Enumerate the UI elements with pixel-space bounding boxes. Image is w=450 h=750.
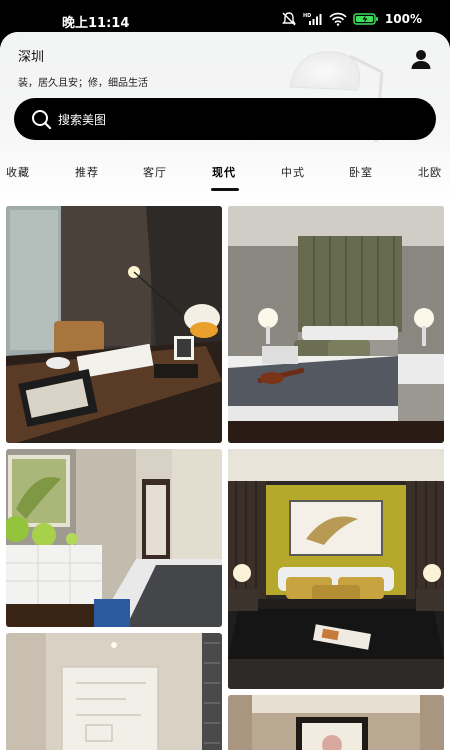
tab-chinese[interactable]: 中式 bbox=[281, 164, 305, 180]
search-placeholder: 搜索美图 bbox=[58, 112, 107, 127]
slogan: 装，居久且安；修，细品生活 bbox=[18, 78, 148, 89]
category-tabs: 收藏 推荐 客厅 现代 中式 卧室 北欧 bbox=[0, 164, 450, 194]
svg-text:HD: HD bbox=[303, 13, 311, 19]
study-room-photo[interactable] bbox=[6, 206, 222, 443]
wifi-icon bbox=[329, 12, 347, 26]
city-label[interactable]: 深圳 bbox=[18, 46, 44, 65]
tab-nordic[interactable]: 北欧 bbox=[418, 164, 442, 180]
header: 深圳 装，居久且安；修，细品生活 搜索美图 收藏 推荐 客厅 现代 中式 卧室 … bbox=[0, 32, 450, 202]
tab-recommended[interactable]: 推荐 bbox=[75, 164, 99, 180]
search-icon bbox=[32, 110, 52, 130]
search-bar[interactable]: 搜索美图 bbox=[14, 98, 436, 140]
battery-percent: 100% bbox=[384, 12, 422, 26]
tab-favorites[interactable]: 收藏 bbox=[6, 164, 30, 180]
image-grid bbox=[0, 206, 450, 750]
tab-living-room[interactable]: 客厅 bbox=[143, 164, 167, 180]
blank-wall-room-photo[interactable] bbox=[6, 633, 222, 750]
battery-icon bbox=[353, 13, 378, 25]
bedroom-with-sideboard-photo[interactable] bbox=[6, 449, 222, 627]
mute-icon bbox=[282, 12, 296, 26]
person-icon[interactable] bbox=[410, 48, 432, 70]
modern-bedroom-photo[interactable] bbox=[228, 206, 444, 443]
yellow-headboard-bedroom-photo[interactable] bbox=[228, 449, 444, 689]
signal-icon: HD bbox=[303, 13, 322, 25]
framed-art-room-photo[interactable] bbox=[228, 695, 444, 750]
tab-modern[interactable]: 现代 bbox=[212, 164, 236, 180]
app-container: 深圳 装，居久且安；修，细品生活 搜索美图 收藏 推荐 客厅 现代 中式 卧室 … bbox=[0, 32, 450, 750]
tab-bedroom[interactable]: 卧室 bbox=[349, 164, 373, 180]
active-tab-indicator bbox=[211, 188, 239, 191]
status-icons: HD 100% bbox=[281, 12, 422, 26]
status-time: 晚上11:14 bbox=[62, 16, 130, 31]
